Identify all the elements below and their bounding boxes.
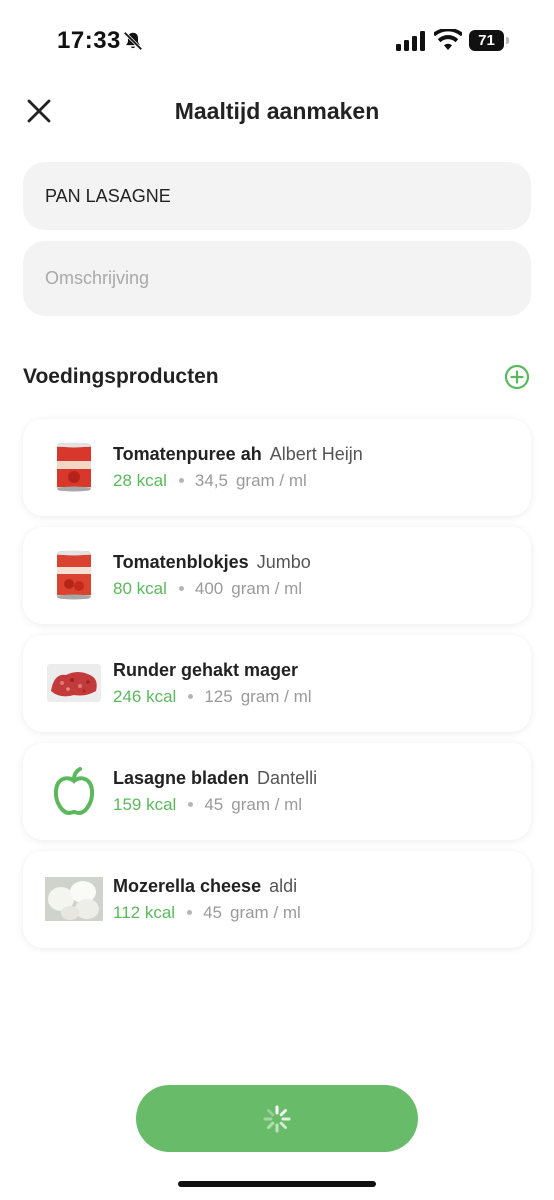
meal-name-field-container <box>23 162 531 230</box>
separator-dot <box>178 585 184 591</box>
product-title-line: Runder gehakt mager <box>113 660 298 681</box>
product-amount: 400 <box>194 579 224 598</box>
separator-dot <box>188 801 194 807</box>
tomato-puree-can-image <box>45 439 103 495</box>
description-input[interactable] <box>23 241 531 316</box>
product-kcal: 246 kcal <box>113 687 177 706</box>
meal-name-input[interactable] <box>23 162 531 230</box>
product-card[interactable]: Tomatenblokjes Jumbo 80 kcal 400 gram / ml <box>23 527 531 624</box>
battery-level: 71 <box>469 30 504 51</box>
status-bar: 17:33 71 <box>0 0 554 80</box>
page-title: Maaltijd aanmaken <box>174 98 380 124</box>
product-detail-line: 246 kcal 125 gram / ml <box>113 687 312 707</box>
product-amount: 45 <box>204 795 224 814</box>
product-brand: aldi <box>269 876 298 896</box>
product-name: Mozerella cheese <box>113 876 262 896</box>
product-unit: gram / ml <box>240 687 312 706</box>
separator-dot <box>178 477 184 483</box>
product-card[interactable]: Tomatenpuree ah Albert Heijn 28 kcal 34,5 g… <box>23 419 531 516</box>
product-detail-line: 80 kcal 400 gram / ml <box>113 579 302 599</box>
product-brand: Jumbo <box>256 552 311 572</box>
product-title-line: Tomatenpuree ah Albert Heijn <box>113 444 363 465</box>
ground-beef-image <box>45 655 103 711</box>
product-kcal: 112 kcal <box>113 903 176 922</box>
mozzarella-image <box>45 871 103 927</box>
product-brand: Dantelli <box>257 768 318 788</box>
description-field-container <box>23 241 531 316</box>
product-amount: 34,5 <box>194 471 228 490</box>
section-title: Voedingsproducten <box>23 365 219 388</box>
product-unit: gram / ml <box>229 903 301 922</box>
product-unit: gram / ml <box>231 579 303 598</box>
product-detail-line: 28 kcal 34,5 gram / ml <box>113 471 307 491</box>
product-detail-line: 159 kcal 45 gram / ml <box>113 795 302 815</box>
product-detail-line: 112 kcal 45 gram / ml <box>113 903 301 923</box>
home-indicator <box>178 1181 376 1187</box>
product-kcal: 28 kcal <box>113 471 167 490</box>
wifi-icon <box>434 29 462 50</box>
tomato-blocks-can-image <box>45 547 103 603</box>
product-card[interactable]: Runder gehakt mager 246 kcal 125 gram / ml <box>23 635 531 732</box>
product-kcal: 80 kcal <box>113 579 167 598</box>
product-title-line: Tomatenblokjes Jumbo <box>113 552 311 573</box>
product-name: Tomatenblokjes <box>113 552 249 572</box>
spinner-icon <box>263 1105 291 1132</box>
product-unit: gram / ml <box>231 795 303 814</box>
product-amount: 45 <box>203 903 222 922</box>
product-name: Lasagne bladen <box>113 768 250 788</box>
product-name: Runder gehakt mager <box>113 660 299 680</box>
product-card[interactable]: Lasagne bladen Dantelli 159 kcal 45 gram / … <box>23 743 531 840</box>
status-time: 17:33 <box>57 27 121 54</box>
apple-icon <box>45 763 103 819</box>
product-kcal: 159 kcal <box>113 795 177 814</box>
battery-tip <box>506 37 509 44</box>
signal-icon <box>396 31 425 51</box>
separator-dot <box>187 909 193 915</box>
separator-dot <box>188 693 194 699</box>
battery-icon: 71 <box>469 30 509 51</box>
product-name: Tomatenpuree ah <box>113 444 262 464</box>
product-amount: 125 <box>204 687 233 706</box>
product-card[interactable]: Mozerella cheese aldi 112 kcal 45 gram / ml <box>23 851 531 948</box>
bell-muted-icon <box>123 31 143 51</box>
save-button[interactable] <box>136 1085 418 1152</box>
product-unit: gram / ml <box>235 471 307 490</box>
plus-circle-icon[interactable] <box>504 364 530 390</box>
product-list: Tomatenpuree ah Albert Heijn 28 kcal 34,5 g… <box>23 419 531 959</box>
product-title-line: Mozerella cheese aldi <box>113 876 297 897</box>
product-brand: Albert Heijn <box>269 444 363 464</box>
product-title-line: Lasagne bladen Dantelli <box>113 768 317 789</box>
